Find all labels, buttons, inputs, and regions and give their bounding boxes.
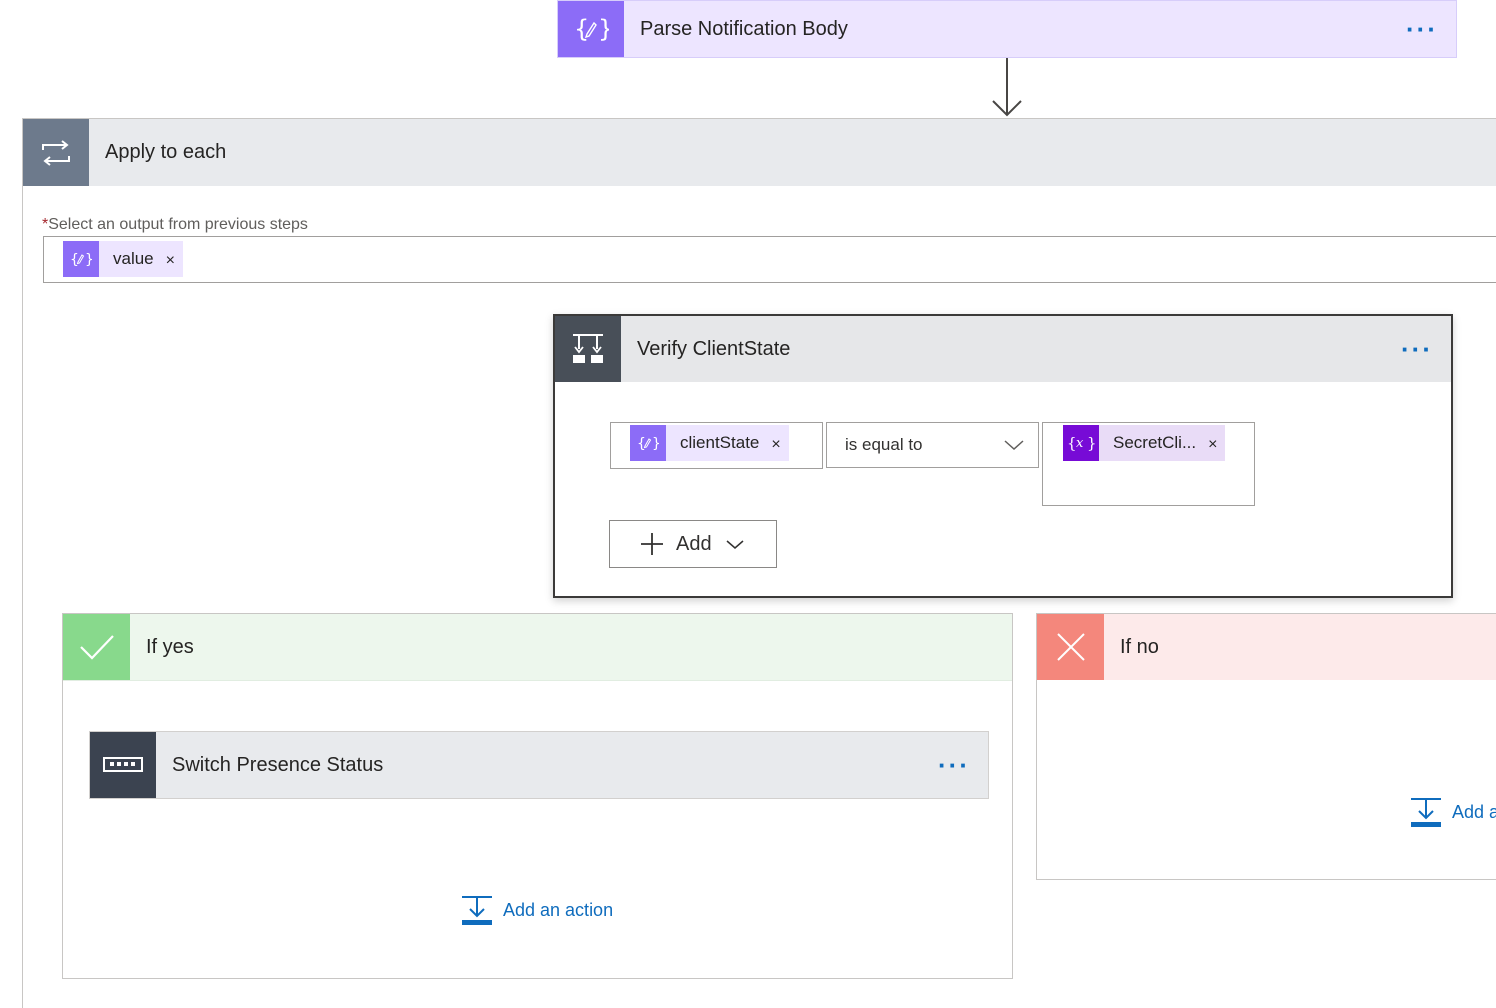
checkmark-icon (63, 614, 130, 680)
apply-to-each-header[interactable]: Apply to each (23, 119, 1496, 186)
condition-icon (555, 316, 621, 382)
svg-text:}: } (652, 436, 659, 452)
operator-value: is equal to (845, 435, 923, 454)
svg-text:}: } (598, 15, 609, 43)
parse-notification-body-card[interactable]: { } Parse Notification Body ··· (557, 0, 1457, 58)
if-no-branch: If no Add a (1036, 613, 1496, 880)
if-no-header[interactable]: If no (1037, 614, 1496, 680)
svg-text:{: { (637, 436, 646, 452)
clientstate-token[interactable]: {} clientState × (630, 425, 789, 461)
loop-icon (23, 119, 89, 186)
if-yes-add-action-label: Add an action (503, 899, 614, 920)
svg-text:}: } (85, 252, 92, 268)
parse-json-icon: { } (558, 1, 624, 57)
left-operand-input[interactable]: {} clientState × (610, 422, 823, 469)
parse-card-more-button[interactable]: ··· (1406, 16, 1438, 42)
connector-arrow-icon (992, 58, 1022, 117)
clientstate-token-label: clientState (680, 433, 760, 452)
select-output-label: *Select an output from previous steps (42, 216, 308, 234)
if-no-title: If no (1120, 635, 1159, 658)
secret-variable-token[interactable]: {x} SecretCli... × (1063, 425, 1226, 461)
select-output-input[interactable]: {} value × (43, 236, 1496, 283)
parse-json-icon: {} (63, 241, 99, 277)
add-condition-button[interactable]: Add (609, 520, 777, 568)
keyboard-icon (90, 732, 156, 798)
value-token-remove-button[interactable]: × (166, 252, 175, 270)
svg-text:x: x (1076, 436, 1084, 451)
secret-variable-token-remove-button[interactable]: × (1208, 436, 1217, 454)
value-token-label: value (113, 249, 154, 268)
chevron-down-icon (1004, 440, 1024, 451)
secret-variable-token-label: SecretCli... (1113, 433, 1197, 452)
if-yes-branch: If yes Switch Presence Status ··· Add an… (62, 613, 1013, 979)
if-no-add-action-button[interactable]: Add a (1410, 796, 1496, 828)
add-action-icon (1411, 798, 1441, 827)
condition-more-button[interactable]: ··· (1401, 336, 1433, 362)
add-action-icon (462, 896, 492, 925)
parse-json-icon: {} (630, 425, 666, 461)
close-icon (1037, 614, 1104, 680)
switch-presence-status-card[interactable]: Switch Presence Status ··· (89, 731, 989, 799)
if-yes-header[interactable]: If yes (63, 614, 1012, 681)
right-operand-input[interactable]: {x} SecretCli... × (1042, 422, 1255, 506)
switch-presence-more-button[interactable]: ··· (938, 752, 970, 778)
if-no-add-action-label: Add a (1452, 801, 1496, 822)
chevron-down-icon (726, 539, 744, 549)
parse-card-title: Parse Notification Body (640, 17, 848, 40)
plus-icon (641, 533, 663, 555)
variable-x-icon: {x} (1063, 425, 1099, 461)
clientstate-token-remove-button[interactable]: × (771, 436, 780, 454)
add-condition-label: Add (676, 532, 712, 555)
svg-text:{: { (574, 15, 589, 43)
condition-title: Verify ClientState (637, 337, 791, 360)
apply-to-each-title: Apply to each (105, 141, 227, 163)
select-output-label-text: Select an output from previous steps (48, 216, 308, 233)
if-yes-title: If yes (146, 635, 194, 658)
svg-text:}: } (1087, 434, 1095, 452)
value-token[interactable]: {} value × (63, 241, 183, 277)
if-yes-add-action-button[interactable]: Add an action (461, 894, 613, 926)
operator-dropdown[interactable]: is equal to (826, 422, 1039, 468)
svg-text:{: { (70, 252, 79, 268)
switch-presence-title: Switch Presence Status (172, 753, 384, 776)
verify-clientstate-header[interactable]: Verify ClientState ··· (555, 316, 1451, 382)
verify-clientstate-card: Verify ClientState ··· {} clientState × … (553, 314, 1453, 598)
